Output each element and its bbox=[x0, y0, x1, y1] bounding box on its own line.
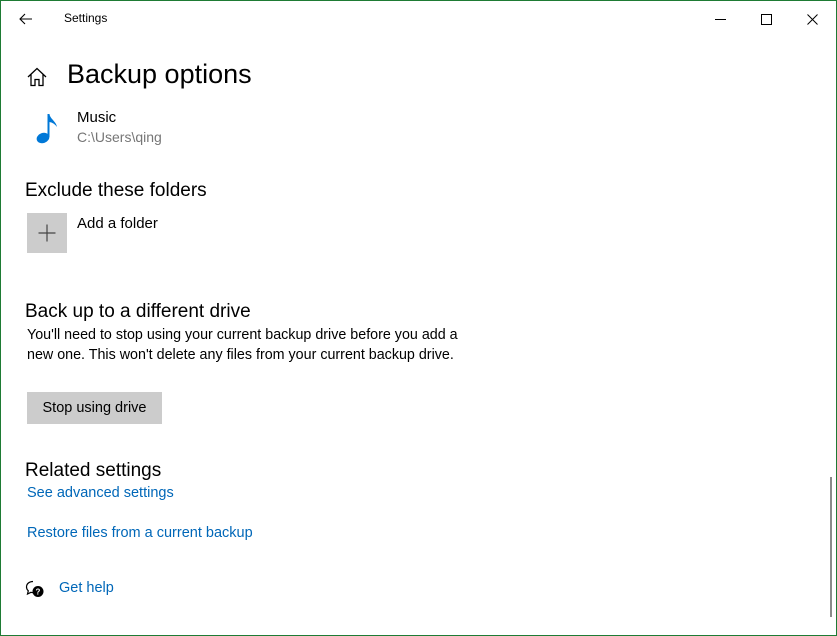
close-button[interactable] bbox=[789, 1, 835, 37]
restore-files-link[interactable]: Restore files from a current backup bbox=[27, 525, 253, 541]
plus-icon bbox=[38, 224, 56, 242]
svg-text:?: ? bbox=[36, 588, 41, 597]
back-arrow-icon bbox=[19, 13, 32, 25]
minimize-icon bbox=[714, 18, 726, 20]
get-help-link[interactable]: ? Get help bbox=[25, 577, 185, 601]
exclude-heading: Exclude these folders bbox=[25, 180, 207, 201]
folder-name: Music bbox=[77, 109, 117, 126]
different-drive-description: You'll need to stop using your current b… bbox=[27, 327, 458, 363]
title-bar: Settings bbox=[1, 1, 836, 37]
see-advanced-settings-link[interactable]: See advanced settings bbox=[27, 485, 174, 501]
add-folder-tile[interactable] bbox=[27, 213, 67, 253]
add-folder-button[interactable]: Add a folder bbox=[27, 213, 227, 253]
home-icon bbox=[27, 67, 47, 87]
close-icon bbox=[806, 13, 818, 25]
maximize-button[interactable] bbox=[743, 1, 789, 37]
add-folder-label: Add a folder bbox=[77, 215, 158, 232]
music-note-icon bbox=[36, 114, 57, 144]
backup-folder-item[interactable]: Music C:\Users\qing bbox=[27, 107, 327, 151]
window-title: Settings bbox=[64, 11, 108, 25]
page-title: Backup options bbox=[67, 59, 252, 89]
maximize-icon bbox=[760, 13, 772, 25]
folder-path: C:\Users\qing bbox=[77, 129, 162, 145]
related-settings-heading: Related settings bbox=[25, 460, 162, 481]
vertical-scrollbar[interactable] bbox=[830, 477, 832, 617]
help-chat-icon: ? bbox=[25, 580, 44, 597]
get-help-label: Get help bbox=[59, 580, 114, 596]
different-drive-heading: Back up to a different drive bbox=[25, 301, 251, 322]
stop-using-drive-button[interactable]: Stop using drive bbox=[27, 392, 162, 424]
back-button[interactable] bbox=[9, 4, 43, 34]
home-button[interactable] bbox=[25, 65, 49, 89]
minimize-button[interactable] bbox=[697, 1, 743, 37]
settings-window: Settings Backup options Music C:\Users\q… bbox=[0, 0, 837, 636]
